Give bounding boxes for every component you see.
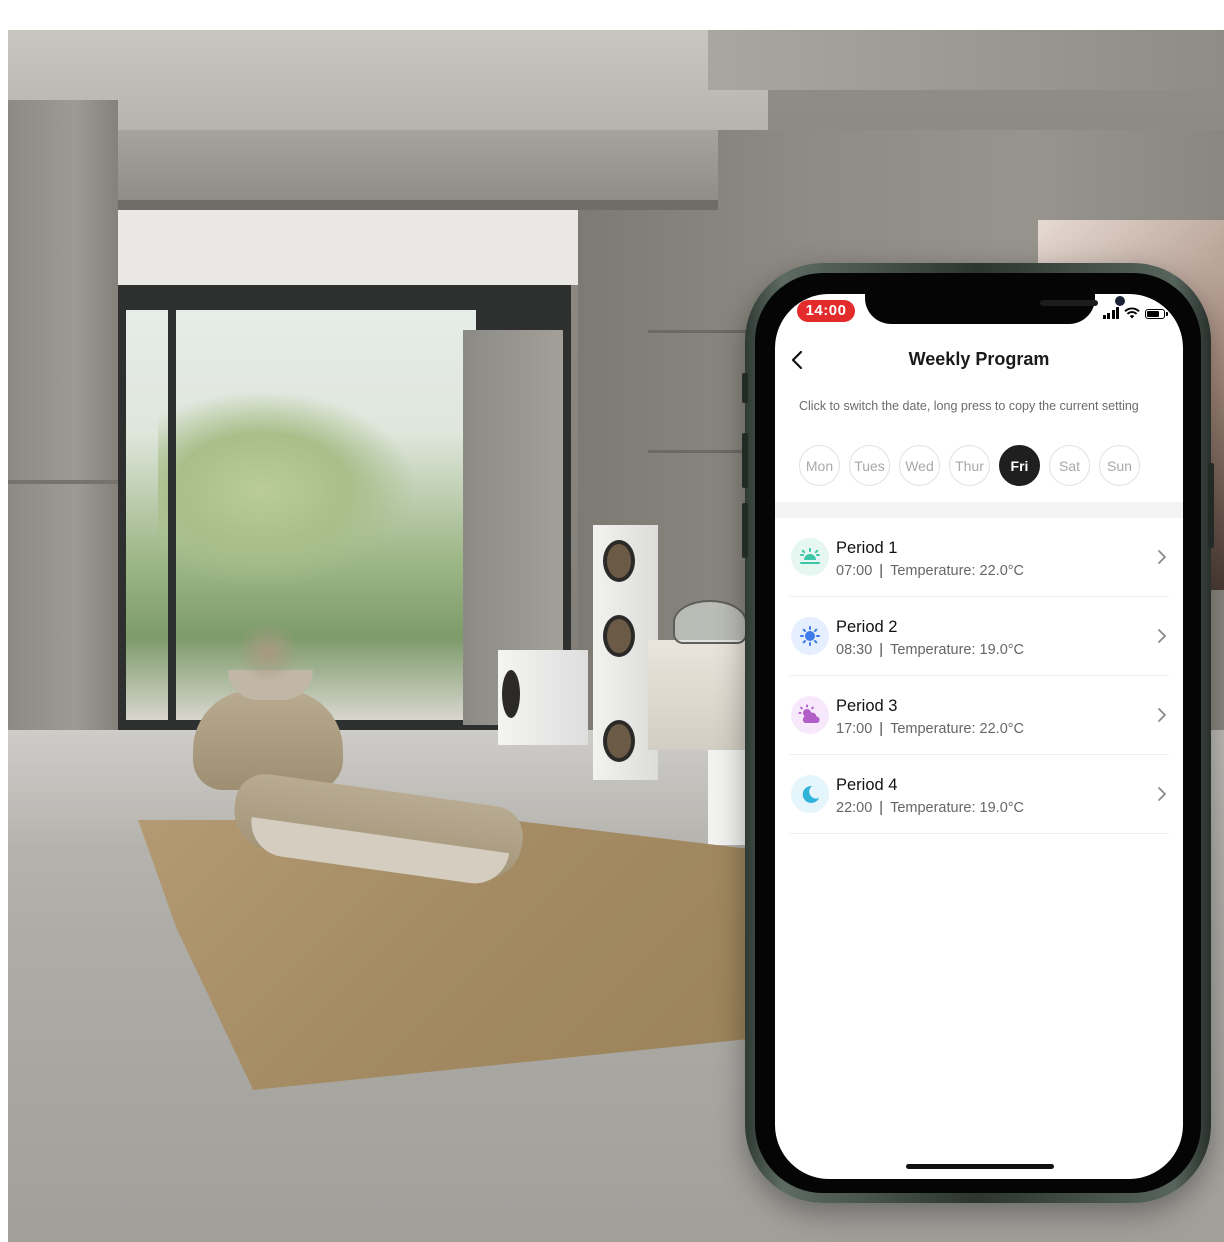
period-row-3[interactable]: Period 3 17:00 | Temperature: 22.0°C [775, 676, 1183, 755]
moon-icon [791, 775, 829, 813]
day-mon-button[interactable]: Mon [799, 445, 840, 486]
day-sun-button[interactable]: Sun [1099, 445, 1140, 486]
period-name: Period 4 [836, 776, 898, 794]
day-selector: Mon Tues Wed Thur Fri Sat Sun [799, 445, 1140, 486]
status-icons [1102, 305, 1168, 319]
period-name: Period 1 [836, 539, 898, 557]
home-indicator[interactable] [906, 1164, 1054, 1169]
day-wed-button[interactable]: Wed [899, 445, 940, 486]
sunrise-icon [791, 538, 829, 576]
day-thur-button[interactable]: Thur [949, 445, 990, 486]
chevron-right-icon [1158, 629, 1166, 643]
day-tues-button[interactable]: Tues [849, 445, 890, 486]
period-name: Period 2 [836, 618, 898, 636]
period-temperature: Temperature: 19.0°C [890, 800, 1025, 816]
day-sat-button[interactable]: Sat [1049, 445, 1090, 486]
period-row-4[interactable]: Period 4 22:00 | Temperature: 19.0°C [775, 755, 1183, 834]
period-row-1[interactable]: Period 1 07:00 | Temperature: 22.0°C [775, 518, 1183, 597]
chevron-right-icon [1158, 550, 1166, 564]
period-detail: 07:00 | Temperature: 22.0°C [836, 563, 1024, 579]
period-separator: | [879, 563, 884, 579]
period-name: Period 3 [836, 697, 898, 715]
app-screen: 14:00 Weekly Program Click to switch the… [775, 294, 1183, 1179]
period-time: 22:00 [836, 800, 873, 816]
day-fri-button[interactable]: Fri [999, 445, 1040, 486]
period-temperature: Temperature: 22.0°C [890, 563, 1025, 579]
period-separator: | [879, 642, 884, 658]
cellular-signal-icon [1102, 307, 1119, 319]
period-detail: 08:30 | Temperature: 19.0°C [836, 642, 1024, 658]
section-divider [775, 502, 1183, 518]
wifi-icon [1124, 307, 1140, 319]
status-time: 14:00 [797, 300, 855, 322]
chevron-right-icon [1158, 708, 1166, 722]
sun-icon [791, 617, 829, 655]
period-list: Period 1 07:00 | Temperature: 22.0°C Period … [775, 518, 1183, 834]
period-separator: | [879, 800, 884, 816]
row-divider [789, 833, 1169, 834]
period-detail: 22:00 | Temperature: 19.0°C [836, 800, 1024, 816]
sunset-cloud-icon [791, 696, 829, 734]
notch [865, 294, 1125, 324]
page-title: Weekly Program [908, 349, 1050, 369]
hint-text: Click to switch the date, long press to … [799, 399, 1139, 413]
chevron-right-icon [1158, 787, 1166, 801]
period-row-2[interactable]: Period 2 08:30 | Temperature: 19.0°C [775, 597, 1183, 676]
period-time: 08:30 [836, 642, 873, 658]
period-time: 07:00 [836, 563, 873, 579]
period-separator: | [879, 721, 884, 737]
period-detail: 17:00 | Temperature: 22.0°C [836, 721, 1024, 737]
battery-icon [1145, 309, 1168, 319]
period-temperature: Temperature: 22.0°C [890, 721, 1025, 737]
period-temperature: Temperature: 19.0°C [890, 642, 1025, 658]
period-time: 17:00 [836, 721, 873, 737]
